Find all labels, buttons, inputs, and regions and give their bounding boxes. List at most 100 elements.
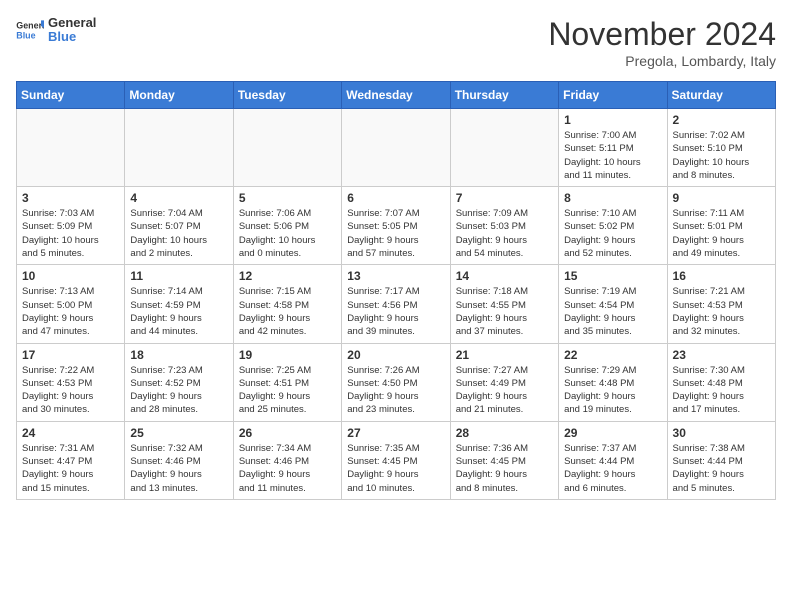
day-info: Sunrise: 7:11 AM Sunset: 5:01 PM Dayligh…: [673, 207, 770, 260]
calendar-day-cell: 27 Sunrise: 7:35 AM Sunset: 4:45 PM Dayli…: [342, 421, 450, 499]
calendar-day-cell: 14 Sunrise: 7:18 AM Sunset: 4:55 PM Dayli…: [450, 265, 558, 343]
calendar-week-row: 10Sunrise: 7:13 AM Sunset: 5:00 PM Dayli…: [17, 265, 776, 343]
calendar-header-row: SundayMondayTuesdayWednesdayThursdayFrid…: [17, 82, 776, 109]
svg-text:General: General: [16, 21, 44, 31]
calendar-day-cell: 18Sunrise: 7:23 AM Sunset: 4:52 PM Dayli…: [125, 343, 233, 421]
calendar-day-cell: 26 Sunrise: 7:34 AM Sunset: 4:46 PM Dayli…: [233, 421, 341, 499]
calendar-week-row: 1 Sunrise: 7:00 AM Sunset: 5:11 PM Daylig…: [17, 109, 776, 187]
day-info: Sunrise: 7:31 AM Sunset: 4:47 PM Dayligh…: [22, 442, 119, 495]
calendar-day-cell: 17Sunrise: 7:22 AM Sunset: 4:53 PM Dayli…: [17, 343, 125, 421]
calendar-day-cell: [125, 109, 233, 187]
day-info: Sunrise: 7:34 AM Sunset: 4:46 PM Dayligh…: [239, 442, 336, 495]
day-number: 24: [22, 426, 119, 440]
month-title: November 2024: [548, 16, 776, 53]
calendar-week-row: 24 Sunrise: 7:31 AM Sunset: 4:47 PM Dayli…: [17, 421, 776, 499]
day-info: Sunrise: 7:25 AM Sunset: 4:51 PM Dayligh…: [239, 364, 336, 417]
weekday-header: Saturday: [667, 82, 775, 109]
title-area: November 2024 Pregola, Lombardy, Italy: [548, 16, 776, 69]
calendar-day-cell: 6 Sunrise: 7:07 AM Sunset: 5:05 PM Daylig…: [342, 187, 450, 265]
calendar-week-row: 17Sunrise: 7:22 AM Sunset: 4:53 PM Dayli…: [17, 343, 776, 421]
logo-icon: General Blue: [16, 19, 44, 41]
weekday-header: Sunday: [17, 82, 125, 109]
day-number: 20: [347, 348, 444, 362]
day-info: Sunrise: 7:17 AM Sunset: 4:56 PM Dayligh…: [347, 285, 444, 338]
logo-blue-text: Blue: [48, 30, 96, 44]
calendar-day-cell: 25Sunrise: 7:32 AM Sunset: 4:46 PM Dayli…: [125, 421, 233, 499]
day-number: 9: [673, 191, 770, 205]
day-number: 30: [673, 426, 770, 440]
day-number: 16: [673, 269, 770, 283]
day-number: 27: [347, 426, 444, 440]
day-info: Sunrise: 7:07 AM Sunset: 5:05 PM Dayligh…: [347, 207, 444, 260]
day-number: 6: [347, 191, 444, 205]
day-number: 29: [564, 426, 661, 440]
day-number: 11: [130, 269, 227, 283]
calendar-day-cell: 22Sunrise: 7:29 AM Sunset: 4:48 PM Dayli…: [559, 343, 667, 421]
calendar-day-cell: 20 Sunrise: 7:26 AM Sunset: 4:50 PM Dayli…: [342, 343, 450, 421]
calendar-day-cell: 13 Sunrise: 7:17 AM Sunset: 4:56 PM Dayli…: [342, 265, 450, 343]
logo-general-text: General: [48, 16, 96, 30]
calendar-day-cell: 4 Sunrise: 7:04 AM Sunset: 5:07 PM Daylig…: [125, 187, 233, 265]
day-number: 14: [456, 269, 553, 283]
calendar-day-cell: 12 Sunrise: 7:15 AM Sunset: 4:58 PM Dayli…: [233, 265, 341, 343]
day-info: Sunrise: 7:38 AM Sunset: 4:44 PM Dayligh…: [673, 442, 770, 495]
weekday-header: Wednesday: [342, 82, 450, 109]
day-info: Sunrise: 7:00 AM Sunset: 5:11 PM Dayligh…: [564, 129, 661, 182]
day-number: 21: [456, 348, 553, 362]
day-info: Sunrise: 7:21 AM Sunset: 4:53 PM Dayligh…: [673, 285, 770, 338]
day-number: 1: [564, 113, 661, 127]
day-info: Sunrise: 7:15 AM Sunset: 4:58 PM Dayligh…: [239, 285, 336, 338]
calendar-day-cell: 11 Sunrise: 7:14 AM Sunset: 4:59 PM Dayli…: [125, 265, 233, 343]
day-info: Sunrise: 7:22 AM Sunset: 4:53 PM Dayligh…: [22, 364, 119, 417]
calendar-day-cell: [342, 109, 450, 187]
calendar-day-cell: 29 Sunrise: 7:37 AM Sunset: 4:44 PM Dayli…: [559, 421, 667, 499]
calendar-day-cell: 7 Sunrise: 7:09 AM Sunset: 5:03 PM Daylig…: [450, 187, 558, 265]
calendar-day-cell: 16 Sunrise: 7:21 AM Sunset: 4:53 PM Dayli…: [667, 265, 775, 343]
day-info: Sunrise: 7:10 AM Sunset: 5:02 PM Dayligh…: [564, 207, 661, 260]
day-info: Sunrise: 7:26 AM Sunset: 4:50 PM Dayligh…: [347, 364, 444, 417]
day-number: 8: [564, 191, 661, 205]
logo: General Blue General Blue: [16, 16, 96, 45]
calendar-day-cell: 15Sunrise: 7:19 AM Sunset: 4:54 PM Dayli…: [559, 265, 667, 343]
calendar-day-cell: 1 Sunrise: 7:00 AM Sunset: 5:11 PM Daylig…: [559, 109, 667, 187]
calendar-day-cell: [17, 109, 125, 187]
calendar-day-cell: 10Sunrise: 7:13 AM Sunset: 5:00 PM Dayli…: [17, 265, 125, 343]
day-info: Sunrise: 7:13 AM Sunset: 5:00 PM Dayligh…: [22, 285, 119, 338]
calendar-day-cell: 30 Sunrise: 7:38 AM Sunset: 4:44 PM Dayli…: [667, 421, 775, 499]
day-info: Sunrise: 7:36 AM Sunset: 4:45 PM Dayligh…: [456, 442, 553, 495]
day-info: Sunrise: 7:29 AM Sunset: 4:48 PM Dayligh…: [564, 364, 661, 417]
calendar-week-row: 3Sunrise: 7:03 AM Sunset: 5:09 PM Daylig…: [17, 187, 776, 265]
day-info: Sunrise: 7:30 AM Sunset: 4:48 PM Dayligh…: [673, 364, 770, 417]
day-number: 26: [239, 426, 336, 440]
day-number: 4: [130, 191, 227, 205]
location: Pregola, Lombardy, Italy: [548, 53, 776, 69]
calendar-day-cell: [450, 109, 558, 187]
calendar-day-cell: 21Sunrise: 7:27 AM Sunset: 4:49 PM Dayli…: [450, 343, 558, 421]
day-number: 13: [347, 269, 444, 283]
calendar-day-cell: 23 Sunrise: 7:30 AM Sunset: 4:48 PM Dayli…: [667, 343, 775, 421]
day-info: Sunrise: 7:14 AM Sunset: 4:59 PM Dayligh…: [130, 285, 227, 338]
calendar-day-cell: 24 Sunrise: 7:31 AM Sunset: 4:47 PM Dayli…: [17, 421, 125, 499]
day-info: Sunrise: 7:09 AM Sunset: 5:03 PM Dayligh…: [456, 207, 553, 260]
day-info: Sunrise: 7:02 AM Sunset: 5:10 PM Dayligh…: [673, 129, 770, 182]
day-number: 18: [130, 348, 227, 362]
calendar-table: SundayMondayTuesdayWednesdayThursdayFrid…: [16, 81, 776, 500]
day-info: Sunrise: 7:37 AM Sunset: 4:44 PM Dayligh…: [564, 442, 661, 495]
weekday-header: Thursday: [450, 82, 558, 109]
calendar-day-cell: 2Sunrise: 7:02 AM Sunset: 5:10 PM Daylig…: [667, 109, 775, 187]
weekday-header: Friday: [559, 82, 667, 109]
calendar-day-cell: [233, 109, 341, 187]
day-info: Sunrise: 7:04 AM Sunset: 5:07 PM Dayligh…: [130, 207, 227, 260]
day-number: 23: [673, 348, 770, 362]
day-info: Sunrise: 7:35 AM Sunset: 4:45 PM Dayligh…: [347, 442, 444, 495]
calendar-day-cell: 8 Sunrise: 7:10 AM Sunset: 5:02 PM Daylig…: [559, 187, 667, 265]
day-info: Sunrise: 7:19 AM Sunset: 4:54 PM Dayligh…: [564, 285, 661, 338]
day-number: 7: [456, 191, 553, 205]
day-info: Sunrise: 7:06 AM Sunset: 5:06 PM Dayligh…: [239, 207, 336, 260]
day-number: 28: [456, 426, 553, 440]
day-number: 12: [239, 269, 336, 283]
day-info: Sunrise: 7:32 AM Sunset: 4:46 PM Dayligh…: [130, 442, 227, 495]
calendar-day-cell: 5Sunrise: 7:06 AM Sunset: 5:06 PM Daylig…: [233, 187, 341, 265]
day-number: 19: [239, 348, 336, 362]
day-info: Sunrise: 7:18 AM Sunset: 4:55 PM Dayligh…: [456, 285, 553, 338]
